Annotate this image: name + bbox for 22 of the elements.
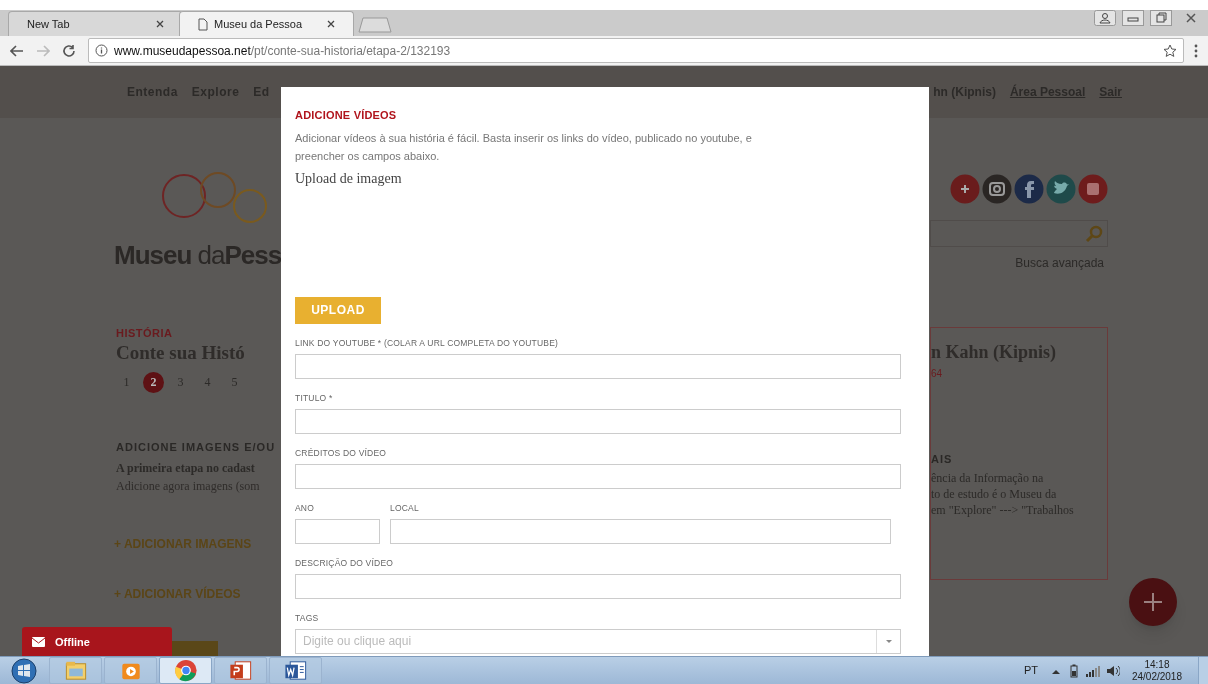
field-label: DESCRIÇÃO DO VÍDEO — [295, 557, 395, 569]
language-indicator[interactable]: PT — [1023, 662, 1038, 679]
section-label: HISTÓRIA — [116, 326, 174, 341]
card-date: 64 — [931, 367, 944, 381]
modal-description: Adicionar vídeos à sua história é fácil. Basta inserir os links do vídeo, publicado no youtube, e preencher os campos abaixo. — [295, 130, 753, 164]
field-label: LOCAL — [390, 502, 420, 514]
add-link[interactable]: + ADICIONAR VÍDEOS — [114, 585, 281, 603]
chat-button[interactable]: Offline — [22, 627, 172, 656]
field-label: TITULO * — [295, 392, 334, 404]
upload-heading: Upload de imagem — [295, 169, 403, 188]
upload-button[interactable]: UPLOAD — [295, 296, 381, 324]
field-label: TAGS — [295, 612, 320, 624]
step-number[interactable]: 2 — [143, 371, 164, 393]
clock[interactable]: 14:18 24/02/2018 — [1131, 658, 1182, 683]
field-label: ANO — [295, 502, 316, 514]
add-link[interactable]: + ADICIONAR IMAGENS — [114, 535, 281, 553]
modal-title: ADICIONE VÍDEOS — [295, 108, 398, 123]
tags-dropdown[interactable]: Digite ou clique aqui — [295, 628, 901, 654]
address-bar[interactable]: www.museudapessoa.net/pt/conte-sua-historia/etapa-2/132193 — [88, 38, 1184, 63]
browser-tab[interactable]: Museu da Pessoa — [179, 11, 354, 36]
field-label: LINK DO YOUTUBE * (COLAR A URL COMPLETA DO YOUTUBE) — [295, 337, 560, 349]
field-label: CRÉDITOS DO VÍDEO — [295, 447, 388, 459]
